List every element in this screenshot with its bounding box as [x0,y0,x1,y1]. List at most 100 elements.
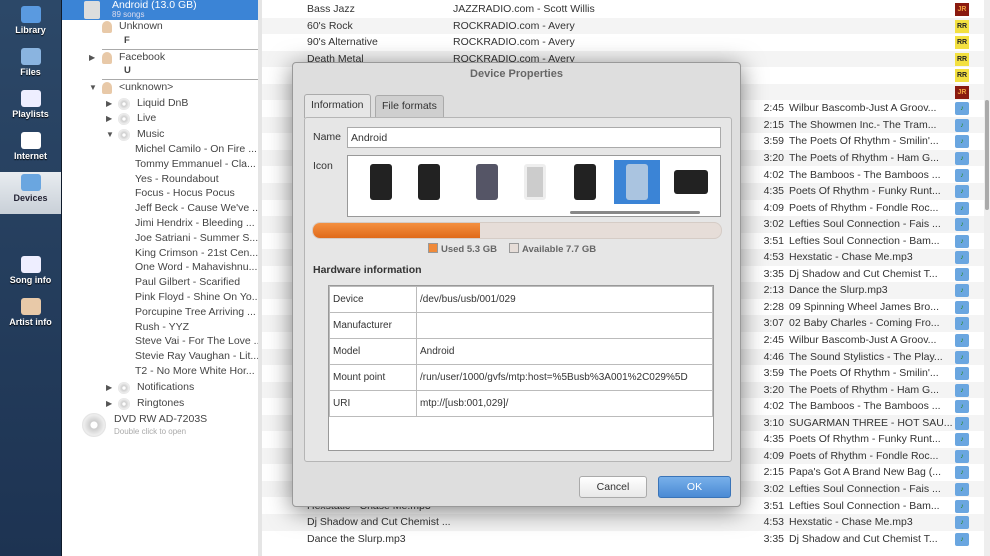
track-filename: Poets of Rhythm - Fondle Roc... [789,449,939,462]
hardware-value [416,312,713,339]
expand-arrow-icon[interactable]: ▶ [106,399,112,408]
track-filename: Wilbur Bascomb-Just A Groov... [789,334,937,346]
dvd-name[interactable]: DVD RW AD-7203S [114,413,207,425]
name-label: Name [313,131,342,143]
tablet-icon[interactable] [512,160,558,204]
music-file-icon: ♪ [955,168,969,182]
folder-live[interactable]: Live [137,112,156,124]
track-filename: 09 Spinning Wheel James Bro... [789,300,939,313]
nav-internet[interactable]: Internet [0,130,61,172]
unknown-artist[interactable]: <unknown> [119,81,173,93]
song-item[interactable]: T2 - No More White Hor... [135,365,255,377]
files-icon [20,48,41,65]
collapse-arrow-icon[interactable]: ▼ [89,83,97,92]
nav-devices[interactable]: Devices [0,172,61,214]
cancel-button[interactable]: Cancel [579,476,647,498]
nav-label: Artist info [9,317,52,327]
keyboard-phone-icon[interactable] [668,160,714,204]
android-phone-icon[interactable] [614,160,660,204]
folder-item[interactable]: Ringtones [137,397,184,409]
table-row[interactable]: Dj Shadow and Cut Chemist ... 4:53 Hexstat… [262,514,984,531]
song-item[interactable]: Focus - Hocus Pocus [135,187,235,199]
folder-item[interactable]: Notifications [137,381,194,393]
track-length: 3:51 [763,234,784,247]
folder-liquid-dnb[interactable]: Liquid DnB [137,97,188,109]
expand-arrow-icon[interactable]: ▶ [106,114,112,123]
table-row[interactable]: Bass Jazz JAZZRADIO.com - Scott Willis JR [262,1,984,18]
track-length: 4:09 [763,449,784,462]
cd-icon [118,129,130,141]
track-length: 3:35 [763,267,784,280]
song-item[interactable]: Paul Gilbert - Scarified [135,276,240,288]
music-file-icon: ♪ [955,516,969,530]
music-file-icon: ♪ [955,449,969,463]
song-item[interactable]: Jeff Beck - Cause We've ... [135,202,261,214]
expand-arrow-icon[interactable]: ▶ [106,99,112,108]
song-item[interactable]: Rush - YYZ [135,321,189,333]
music-file-icon: ♪ [955,118,969,132]
track-title: Bass Jazz [307,3,355,15]
devices-icon [20,174,41,191]
hardware-info-heading: Hardware information [313,264,422,276]
device-songs: 89 songs [112,10,145,19]
nav-label: Devices [13,193,48,203]
song-item[interactable]: Joe Satriani - Summer S... [135,232,258,244]
track-length: 3:35 [763,532,784,545]
music-file-icon: ♪ [955,433,969,447]
track-filename: Lefties Soul Connection - Bam... [789,499,940,512]
music-file-icon: ♪ [955,317,969,331]
ipod-touch-icon[interactable] [464,160,510,204]
dialog-title: Device Properties [470,68,563,80]
hardware-key: URI [329,390,417,417]
expand-arrow-icon[interactable]: ▶ [89,53,95,62]
table-row[interactable]: Dance the Slurp.mp3 3:35 Dj Shadow and Cut… [262,531,984,548]
music-file-icon: ♪ [955,367,969,381]
song-item[interactable]: Jimi Hendrix - Bleeding ... [135,217,255,229]
collapse-arrow-icon[interactable]: ▼ [106,130,114,139]
song-item[interactable]: Steve Vai - For The Love ... [135,335,262,347]
song-item[interactable]: One Word - Mahavishnu... [135,261,257,273]
song-item[interactable]: Tommy Emmanuel - Cla... [135,158,256,170]
table-row[interactable]: 60's Rock ROCKRADIO.com - Avery RR [262,17,984,35]
nav-playlists[interactable]: Playlists [0,88,61,130]
hardware-table: Device/dev/bus/usb/001/029 Manufacturer Mo… [328,285,714,451]
hardware-value: /run/user/1000/gvfs/mtp:host=%5Busb%3A00… [416,364,713,391]
hardware-key: Model [329,338,417,365]
name-input[interactable] [347,127,721,148]
folder-music[interactable]: Music [137,128,164,140]
song-item[interactable]: Pink Floyd - Shine On Yo... [135,291,261,303]
track-filename: Dj Shadow and Cut Chemist T... [789,267,938,280]
nav-song-info[interactable]: Song info [0,254,61,296]
song-item[interactable]: Michel Camilo - On Fire ... [135,143,257,155]
tab-file-formats[interactable]: File formats [375,95,444,117]
ipod-red-2-icon[interactable] [406,160,452,204]
music-file-icon: ♪ [955,234,969,248]
device-android[interactable]: Android (13.0 GB) 89 songs [62,0,258,20]
hardware-row: Model Android [329,338,713,365]
song-item[interactable]: Porcupine Tree Arriving ... [135,306,256,318]
playlists-icon [20,90,41,107]
radio-source-icon: RR [955,69,969,83]
nav-files[interactable]: Files [0,46,61,88]
song-item[interactable]: Yes - Roundabout [135,173,219,185]
expand-arrow-icon[interactable]: ▶ [106,383,112,392]
ok-button[interactable]: OK [658,476,731,498]
music-file-icon: ♪ [955,300,969,314]
tab-information[interactable]: Information [304,94,371,118]
track-length: 2:13 [763,284,784,297]
playlist-scrollbar[interactable] [984,0,990,556]
nav-library[interactable]: Library [0,4,61,46]
hardware-row: URI mtp://[usb:001,029]/ [329,390,713,417]
track-length: 3:10 [763,416,784,429]
artist-name[interactable]: Facebook [119,51,165,63]
song-item[interactable]: Stevie Ray Vaughan - Lit... [135,350,259,362]
nav-artist-info[interactable]: Artist info [0,296,61,338]
table-row[interactable]: 90's Alternative ROCKRADIO.com - Avery RR [262,34,984,51]
track-filename: Papa's Got A Brand New Bag (... [789,466,942,479]
track-length: 4:09 [763,201,784,214]
nexus-phone-icon[interactable] [562,160,608,204]
song-item[interactable]: King Crimson - 21st Cen... [135,247,258,259]
artist-name[interactable]: Unknown [119,20,163,32]
icon-scrollbar[interactable] [570,211,700,214]
ipod-red-icon[interactable] [358,160,404,204]
